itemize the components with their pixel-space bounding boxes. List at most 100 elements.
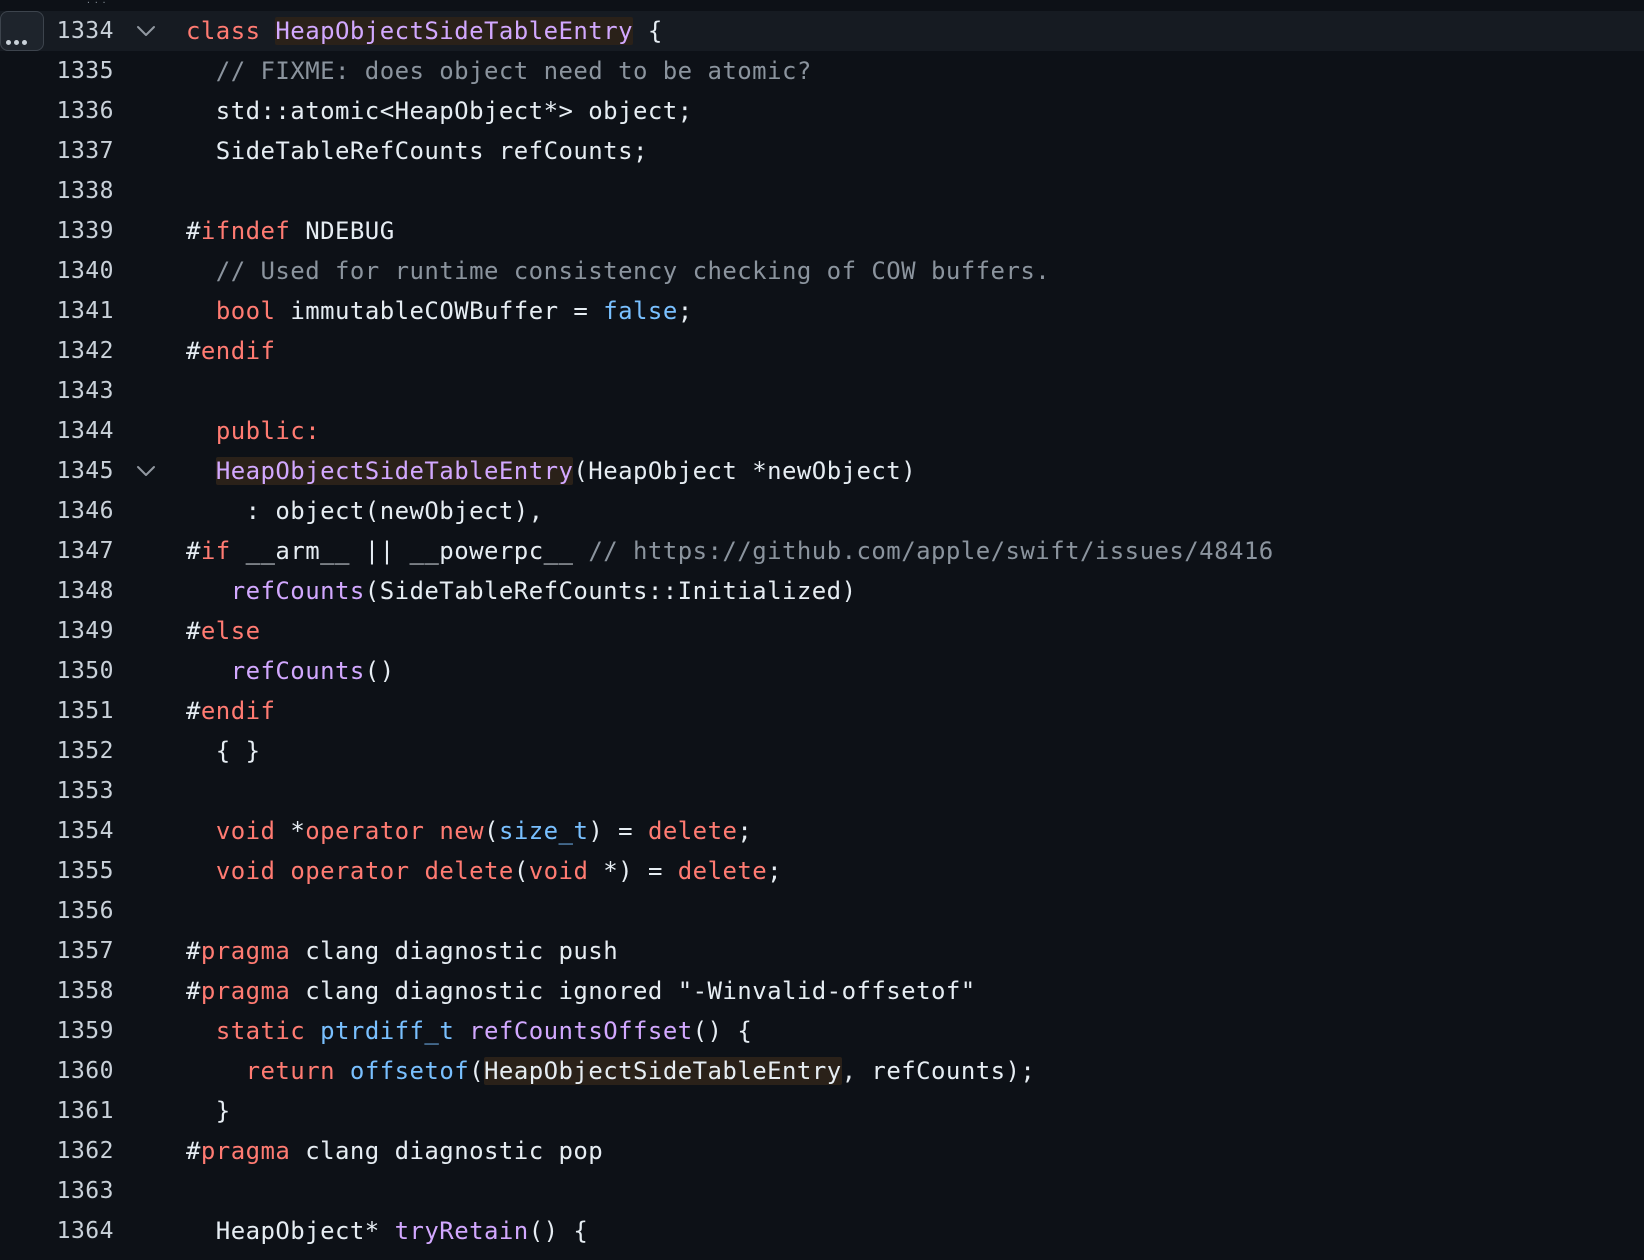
code-token: clang diagnostic pop xyxy=(290,1137,604,1165)
line-number[interactable]: 1339 xyxy=(0,211,114,251)
code-line: 1354 void *operator new(size_t) = delete… xyxy=(0,811,1644,851)
code-text[interactable]: std::atomic<HeapObject*> object; xyxy=(186,91,693,131)
code-token: NDEBUG xyxy=(290,217,395,245)
code-line: 1352 { } xyxy=(0,731,1644,771)
code-text[interactable]: #pragma clang diagnostic push xyxy=(186,931,618,971)
code-token: # xyxy=(186,217,201,245)
code-text[interactable]: return offsetof(HeapObjectSideTableEntry… xyxy=(186,1051,1035,1091)
code-token: ; xyxy=(737,817,753,845)
code-line: 1337 SideTableRefCounts refCounts; xyxy=(0,131,1644,171)
code-text[interactable]: { } xyxy=(186,731,261,771)
code-token: ; xyxy=(677,297,693,325)
code-token: (SideTableRefCounts::Initialized) xyxy=(364,577,857,605)
line-number[interactable]: 1351 xyxy=(0,691,114,731)
code-token: size_t xyxy=(498,817,589,845)
line-number[interactable]: 1343 xyxy=(0,371,114,411)
line-number[interactable]: 1340 xyxy=(0,251,114,291)
code-text[interactable]: #endif xyxy=(186,691,275,731)
code-token: offsetof xyxy=(349,1057,470,1085)
code-text[interactable]: static ptrdiff_t refCountsOffset() { xyxy=(186,1011,752,1051)
code-line: 1339 #ifndef NDEBUG xyxy=(0,211,1644,251)
code-line: 1348 refCounts(SideTableRefCounts::Initi… xyxy=(0,571,1644,611)
code-text[interactable]: #pragma clang diagnostic pop xyxy=(186,1131,603,1171)
code-text[interactable]: HeapObjectSideTableEntry(HeapObject *new… xyxy=(186,451,916,491)
code-token: HeapObjectSideTableEntry xyxy=(484,1057,842,1085)
line-number[interactable]: 1360 xyxy=(0,1051,114,1091)
line-number[interactable]: 1354 xyxy=(0,811,114,851)
code-line: 1346 : object(newObject), xyxy=(0,491,1644,531)
line-number[interactable]: 1352 xyxy=(0,731,114,771)
code-text[interactable]: // Used for runtime consistency checking… xyxy=(186,251,1050,291)
code-text[interactable]: public: xyxy=(186,411,320,451)
code-line: 1363 xyxy=(0,1171,1644,1211)
fold-toggle[interactable] xyxy=(136,22,156,40)
line-number[interactable]: 1355 xyxy=(0,851,114,891)
code-line: 1362 #pragma clang diagnostic pop xyxy=(0,1131,1644,1171)
code-text[interactable]: #ifndef NDEBUG xyxy=(186,211,395,251)
code-text[interactable]: #if __arm__ || __powerpc__ // https://gi… xyxy=(186,531,1274,571)
line-number[interactable]: 1363 xyxy=(0,1171,114,1211)
code-text[interactable]: refCounts(SideTableRefCounts::Initialize… xyxy=(186,571,856,611)
line-number[interactable]: 1353 xyxy=(0,771,114,811)
line-number[interactable]: 1337 xyxy=(0,131,114,171)
code-token: : object(newObject), xyxy=(186,497,544,525)
code-line: 1336 std::atomic<HeapObject*> object; xyxy=(0,91,1644,131)
code-text[interactable]: // FIXME: does object need to be atomic? xyxy=(186,51,812,91)
line-number[interactable]: 1347 xyxy=(0,531,114,571)
code-line: 1345 HeapObjectSideTableEntry(HeapObject… xyxy=(0,451,1644,491)
code-text[interactable]: #else xyxy=(186,611,261,651)
line-number[interactable]: 1348 xyxy=(0,571,114,611)
fold-toggle[interactable] xyxy=(136,462,156,480)
line-number[interactable]: 1341 xyxy=(0,291,114,331)
code-token: void xyxy=(215,857,276,885)
line-number[interactable]: 1358 xyxy=(0,971,114,1011)
line-number[interactable]: 1335 xyxy=(0,51,114,91)
code-token: return xyxy=(245,1057,336,1085)
more-options-button[interactable] xyxy=(0,11,44,51)
line-number[interactable]: 1357 xyxy=(0,931,114,971)
line-number[interactable]: 1364 xyxy=(0,1211,114,1251)
code-text[interactable]: class HeapObjectSideTableEntry { xyxy=(186,11,663,51)
line-number[interactable]: 1346 xyxy=(0,491,114,531)
code-token: public: xyxy=(215,417,321,445)
code-line: 1347 #if __arm__ || __powerpc__ // https:… xyxy=(0,531,1644,571)
line-number[interactable]: 1342 xyxy=(0,331,114,371)
code-token: pragma xyxy=(200,1137,291,1165)
line-number[interactable]: 1350 xyxy=(0,651,114,691)
line-number[interactable]: 1362 xyxy=(0,1131,114,1171)
code-token: ptrdiff_t xyxy=(320,1017,455,1045)
line-number[interactable]: 1345 xyxy=(0,451,114,491)
previous-line-stub: ··· xyxy=(86,0,110,7)
line-number[interactable]: 1336 xyxy=(0,91,114,131)
code-text[interactable]: SideTableRefCounts refCounts; xyxy=(186,131,648,171)
code-text[interactable]: } xyxy=(186,1091,231,1131)
code-text[interactable]: refCounts() xyxy=(186,651,395,691)
code-token: # xyxy=(186,337,201,365)
code-text[interactable]: : object(newObject), xyxy=(186,491,544,531)
line-number[interactable]: 1361 xyxy=(0,1091,114,1131)
code-token: } xyxy=(186,1097,231,1125)
code-text[interactable]: #pragma clang diagnostic ignored "-Winva… xyxy=(186,971,976,1011)
line-number[interactable]: 1349 xyxy=(0,611,114,651)
code-text[interactable]: HeapObject* tryRetain() { xyxy=(186,1211,588,1251)
line-number[interactable]: 1359 xyxy=(0,1011,114,1051)
line-number[interactable]: 1356 xyxy=(0,891,114,931)
code-text[interactable]: void *operator new(size_t) = delete; xyxy=(186,811,752,851)
code-text[interactable]: bool immutableCOWBuffer = false; xyxy=(186,291,693,331)
code-token: pragma xyxy=(200,937,291,965)
code-text[interactable]: #endif xyxy=(186,331,275,371)
line-number[interactable]: 1338 xyxy=(0,171,114,211)
line-number[interactable]: 1344 xyxy=(0,411,114,451)
code-text[interactable]: void operator delete(void *) = delete; xyxy=(186,851,782,891)
